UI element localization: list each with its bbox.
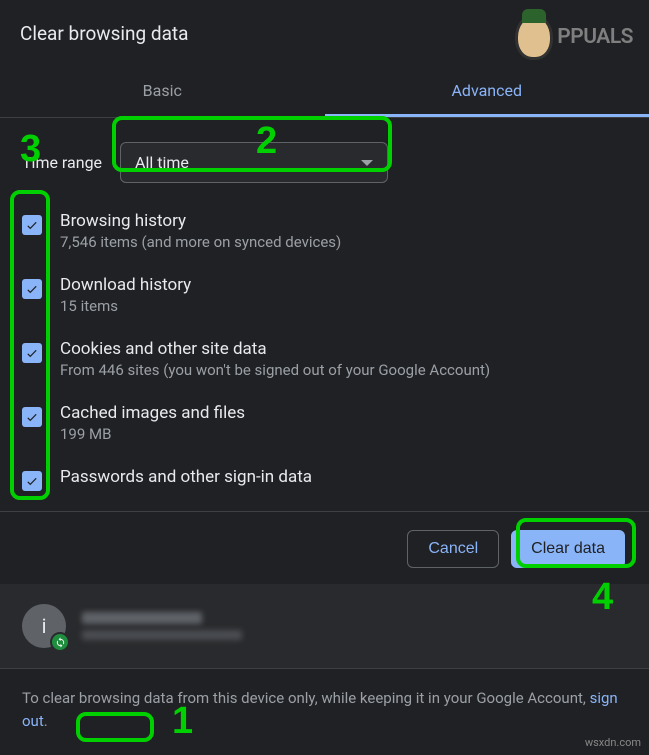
- footer-note: To clear browsing data from this device …: [0, 668, 649, 750]
- checkbox-browsing-history[interactable]: [22, 215, 42, 235]
- footer-suffix: .: [44, 712, 48, 730]
- time-range-value: All time: [135, 153, 189, 172]
- option-download-history: Download history 15 items: [18, 265, 631, 329]
- cancel-button[interactable]: Cancel: [407, 530, 499, 568]
- time-range-label: Time range: [22, 153, 102, 172]
- option-label: Download history: [60, 275, 191, 295]
- account-info: [82, 612, 242, 640]
- avatar-initial: i: [42, 614, 47, 638]
- checkbox-cookies[interactable]: [22, 343, 42, 363]
- dialog-buttons: Cancel Clear data: [0, 511, 649, 584]
- clear-browsing-data-dialog: Clear browsing data PPUALS Basic Advance…: [0, 0, 649, 755]
- option-cookies: Cookies and other site data From 446 sit…: [18, 329, 631, 393]
- option-sub: 15 items: [60, 297, 191, 315]
- account-name-redacted: [82, 612, 202, 624]
- watermark: wsxdn.com: [585, 736, 641, 749]
- tab-basic[interactable]: Basic: [0, 67, 325, 117]
- avatar: i: [22, 604, 66, 648]
- option-label: Passwords and other sign-in data: [60, 467, 312, 487]
- tabs: Basic Advanced: [0, 67, 649, 118]
- appuals-logo: PPUALS: [515, 14, 633, 60]
- option-label: Cached images and files: [60, 403, 245, 423]
- account-email-redacted: [82, 630, 242, 640]
- option-sub: 199 MB: [60, 425, 245, 443]
- option-label: Cookies and other site data: [60, 339, 490, 359]
- checkbox-download-history[interactable]: [22, 279, 42, 299]
- check-icon: [25, 474, 39, 488]
- check-icon: [25, 346, 39, 360]
- checkbox-passwords[interactable]: [22, 471, 42, 491]
- checkbox-cache[interactable]: [22, 407, 42, 427]
- check-icon: [25, 282, 39, 296]
- time-range-row: Time range All time: [0, 118, 649, 201]
- check-icon: [25, 218, 39, 232]
- chevron-down-icon: [361, 160, 373, 166]
- footer-prefix: To clear browsing data from this device …: [22, 689, 590, 707]
- option-browsing-history: Browsing history 7,546 items (and more o…: [18, 201, 631, 265]
- tab-advanced[interactable]: Advanced: [325, 67, 649, 117]
- option-sub: From 446 sites (you won't be signed out …: [60, 361, 490, 379]
- option-cache: Cached images and files 199 MB: [18, 393, 631, 457]
- clear-data-button[interactable]: Clear data: [511, 530, 625, 568]
- logo-text: PPUALS: [557, 25, 633, 49]
- account-section: i: [0, 584, 649, 668]
- option-label: Browsing history: [60, 211, 341, 231]
- options-list: Browsing history 7,546 items (and more o…: [0, 201, 649, 505]
- option-sub: 7,546 items (and more on synced devices): [60, 233, 341, 251]
- time-range-select[interactable]: All time: [120, 142, 388, 183]
- check-icon: [25, 410, 39, 424]
- logo-face-icon: [515, 14, 553, 60]
- option-passwords: Passwords and other sign-in data: [18, 457, 631, 505]
- sync-badge-icon: [50, 632, 70, 652]
